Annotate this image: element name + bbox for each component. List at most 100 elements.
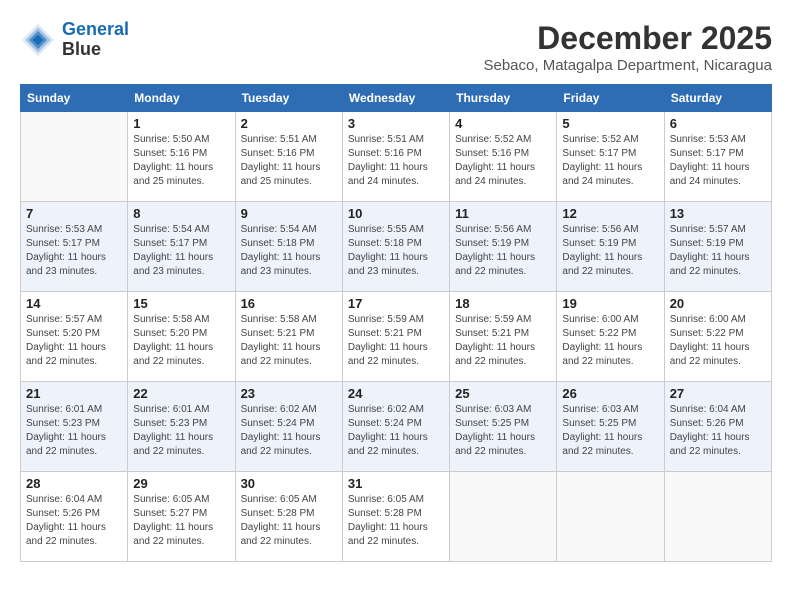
page-header: General Blue December 2025 Sebaco, Matag… xyxy=(20,20,772,74)
day-info: Sunrise: 5:50 AMSunset: 5:16 PMDaylight:… xyxy=(133,133,229,189)
day-number: 26 xyxy=(562,386,658,401)
day-info: Sunrise: 6:03 AMSunset: 5:25 PMDaylight:… xyxy=(562,403,658,459)
day-info: Sunrise: 6:04 AMSunset: 5:26 PMDaylight:… xyxy=(670,403,766,459)
calendar-cell: 6 Sunrise: 5:53 AMSunset: 5:17 PMDaylight… xyxy=(664,112,771,202)
day-number: 17 xyxy=(348,296,444,311)
day-info: Sunrise: 6:00 AMSunset: 5:22 PMDaylight:… xyxy=(562,313,658,369)
title-block: December 2025 Sebaco, Matagalpa Departme… xyxy=(483,20,772,74)
day-info: Sunrise: 5:59 AMSunset: 5:21 PMDaylight:… xyxy=(455,313,551,369)
day-info: Sunrise: 5:52 AMSunset: 5:17 PMDaylight:… xyxy=(562,133,658,189)
day-number: 24 xyxy=(348,386,444,401)
weekday-header-wednesday: Wednesday xyxy=(342,85,449,112)
calendar-cell: 23Sunrise: 6:02 AMSunset: 5:24 PMDayligh… xyxy=(235,382,342,472)
day-info: Sunrise: 5:53 AMSunset: 5:17 PMDaylight:… xyxy=(670,133,766,189)
day-info: Sunrise: 6:03 AMSunset: 5:25 PMDaylight:… xyxy=(455,403,551,459)
weekday-header-monday: Monday xyxy=(128,85,235,112)
day-info: Sunrise: 6:02 AMSunset: 5:24 PMDaylight:… xyxy=(348,403,444,459)
weekday-header-row: SundayMondayTuesdayWednesdayThursdayFrid… xyxy=(21,85,772,112)
calendar-cell: 16 Sunrise: 5:58 AMSunset: 5:21 PMDayligh… xyxy=(235,292,342,382)
day-number: 10 xyxy=(348,206,444,221)
calendar-cell: 26 Sunrise: 6:03 AMSunset: 5:25 PMDayligh… xyxy=(557,382,664,472)
day-info: Sunrise: 6:01 AMSunset: 5:23 PMDaylight:… xyxy=(133,403,229,459)
day-info: Sunrise: 6:02 AMSunset: 5:24 PMDaylight:… xyxy=(241,403,337,459)
calendar-week-row: 7Sunrise: 5:53 AMSunset: 5:17 PMDaylight… xyxy=(21,202,772,292)
day-info: Sunrise: 5:56 AMSunset: 5:19 PMDaylight:… xyxy=(455,223,551,279)
day-number: 2 xyxy=(241,116,337,131)
calendar-cell: 7Sunrise: 5:53 AMSunset: 5:17 PMDaylight… xyxy=(21,202,128,292)
day-info: Sunrise: 5:54 AMSunset: 5:17 PMDaylight:… xyxy=(133,223,229,279)
calendar-cell: 20 Sunrise: 6:00 AMSunset: 5:22 PMDayligh… xyxy=(664,292,771,382)
calendar-cell: 3 Sunrise: 5:51 AMSunset: 5:16 PMDaylight… xyxy=(342,112,449,202)
calendar-cell xyxy=(557,472,664,562)
day-info: Sunrise: 5:54 AMSunset: 5:18 PMDaylight:… xyxy=(241,223,337,279)
day-number: 13 xyxy=(670,206,766,221)
day-info: Sunrise: 5:52 AMSunset: 5:16 PMDaylight:… xyxy=(455,133,551,189)
logo-line2: Blue xyxy=(62,40,129,60)
calendar-cell: 17 Sunrise: 5:59 AMSunset: 5:21 PMDayligh… xyxy=(342,292,449,382)
day-info: Sunrise: 5:58 AMSunset: 5:21 PMDaylight:… xyxy=(241,313,337,369)
calendar-cell: 4 Sunrise: 5:52 AMSunset: 5:16 PMDaylight… xyxy=(450,112,557,202)
calendar-table: SundayMondayTuesdayWednesdayThursdayFrid… xyxy=(20,84,772,562)
day-info: Sunrise: 5:51 AMSunset: 5:16 PMDaylight:… xyxy=(348,133,444,189)
day-info: Sunrise: 6:00 AMSunset: 5:22 PMDaylight:… xyxy=(670,313,766,369)
calendar-cell xyxy=(664,472,771,562)
day-number: 4 xyxy=(455,116,551,131)
calendar-cell: 11 Sunrise: 5:56 AMSunset: 5:19 PMDayligh… xyxy=(450,202,557,292)
day-number: 22 xyxy=(133,386,229,401)
day-info: Sunrise: 6:05 AMSunset: 5:28 PMDaylight:… xyxy=(241,493,337,549)
day-number: 6 xyxy=(670,116,766,131)
day-number: 8 xyxy=(133,206,229,221)
day-number: 16 xyxy=(241,296,337,311)
logo-line1: General xyxy=(62,19,129,39)
day-info: Sunrise: 5:53 AMSunset: 5:17 PMDaylight:… xyxy=(26,223,122,279)
day-number: 27 xyxy=(670,386,766,401)
day-number: 5 xyxy=(562,116,658,131)
calendar-cell: 28Sunrise: 6:04 AMSunset: 5:26 PMDayligh… xyxy=(21,472,128,562)
day-info: Sunrise: 6:01 AMSunset: 5:23 PMDaylight:… xyxy=(26,403,122,459)
calendar-cell: 27 Sunrise: 6:04 AMSunset: 5:26 PMDayligh… xyxy=(664,382,771,472)
calendar-cell: 8 Sunrise: 5:54 AMSunset: 5:17 PMDaylight… xyxy=(128,202,235,292)
calendar-cell: 13Sunrise: 5:57 AMSunset: 5:19 PMDayligh… xyxy=(664,202,771,292)
day-number: 15 xyxy=(133,296,229,311)
calendar-week-row: 28Sunrise: 6:04 AMSunset: 5:26 PMDayligh… xyxy=(21,472,772,562)
day-number: 14 xyxy=(26,296,122,311)
calendar-cell: 22 Sunrise: 6:01 AMSunset: 5:23 PMDayligh… xyxy=(128,382,235,472)
day-number: 18 xyxy=(455,296,551,311)
calendar-cell: 21 Sunrise: 6:01 AMSunset: 5:23 PMDayligh… xyxy=(21,382,128,472)
day-number: 31 xyxy=(348,476,444,491)
weekday-header-friday: Friday xyxy=(557,85,664,112)
day-number: 9 xyxy=(241,206,337,221)
day-number: 11 xyxy=(455,206,551,221)
day-number: 29 xyxy=(133,476,229,491)
calendar-cell: 14Sunrise: 5:57 AMSunset: 5:20 PMDayligh… xyxy=(21,292,128,382)
day-number: 12 xyxy=(562,206,658,221)
logo-text: General Blue xyxy=(62,20,129,60)
calendar-cell: 30 Sunrise: 6:05 AMSunset: 5:28 PMDayligh… xyxy=(235,472,342,562)
calendar-cell: 12Sunrise: 5:56 AMSunset: 5:19 PMDayligh… xyxy=(557,202,664,292)
calendar-cell: 31Sunrise: 6:05 AMSunset: 5:28 PMDayligh… xyxy=(342,472,449,562)
calendar-cell xyxy=(450,472,557,562)
weekday-header-thursday: Thursday xyxy=(450,85,557,112)
calendar-cell: 19Sunrise: 6:00 AMSunset: 5:22 PMDayligh… xyxy=(557,292,664,382)
calendar-week-row: 21 Sunrise: 6:01 AMSunset: 5:23 PMDayligh… xyxy=(21,382,772,472)
weekday-header-sunday: Sunday xyxy=(21,85,128,112)
calendar-cell: 2 Sunrise: 5:51 AMSunset: 5:16 PMDaylight… xyxy=(235,112,342,202)
calendar-cell: 15Sunrise: 5:58 AMSunset: 5:20 PMDayligh… xyxy=(128,292,235,382)
calendar-cell: 5 Sunrise: 5:52 AMSunset: 5:17 PMDaylight… xyxy=(557,112,664,202)
calendar-cell: 9 Sunrise: 5:54 AMSunset: 5:18 PMDaylight… xyxy=(235,202,342,292)
day-info: Sunrise: 5:51 AMSunset: 5:16 PMDaylight:… xyxy=(241,133,337,189)
logo-icon xyxy=(20,22,56,58)
day-number: 20 xyxy=(670,296,766,311)
day-number: 30 xyxy=(241,476,337,491)
calendar-week-row: 14Sunrise: 5:57 AMSunset: 5:20 PMDayligh… xyxy=(21,292,772,382)
calendar-cell: 29 Sunrise: 6:05 AMSunset: 5:27 PMDayligh… xyxy=(128,472,235,562)
day-number: 1 xyxy=(133,116,229,131)
day-number: 25 xyxy=(455,386,551,401)
month-title: December 2025 xyxy=(483,20,772,57)
day-info: Sunrise: 6:05 AMSunset: 5:27 PMDaylight:… xyxy=(133,493,229,549)
calendar-cell: 18 Sunrise: 5:59 AMSunset: 5:21 PMDayligh… xyxy=(450,292,557,382)
day-info: Sunrise: 5:59 AMSunset: 5:21 PMDaylight:… xyxy=(348,313,444,369)
day-number: 21 xyxy=(26,386,122,401)
day-number: 3 xyxy=(348,116,444,131)
calendar-cell: 1 Sunrise: 5:50 AMSunset: 5:16 PMDaylight… xyxy=(128,112,235,202)
